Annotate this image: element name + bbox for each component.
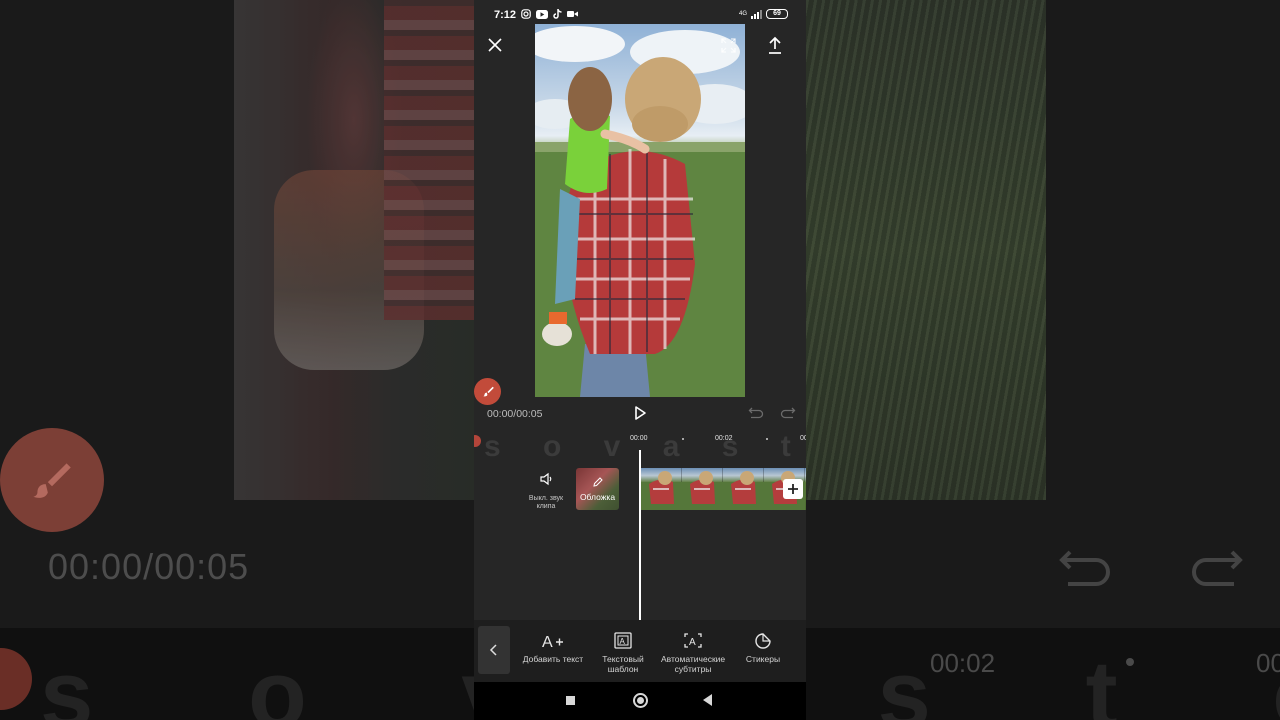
play-icon[interactable] xyxy=(632,405,648,421)
signal-icon xyxy=(751,9,762,19)
clip-frame xyxy=(723,468,764,510)
clip-frame xyxy=(641,468,682,510)
fullscreen-icon[interactable] xyxy=(721,38,736,53)
auto-captions-icon: A xyxy=(661,630,725,652)
edit-icon xyxy=(593,477,603,487)
clip-frame xyxy=(682,468,723,510)
tool-auto-captions[interactable]: A Автоматические субтитры xyxy=(661,630,725,674)
navigation-bar xyxy=(474,682,806,720)
mute-clip-button[interactable]: Выкл. звук клипа xyxy=(524,472,568,512)
playhead[interactable] xyxy=(639,450,641,620)
background-undo-icon xyxy=(1058,540,1114,597)
battery-indicator: 69 xyxy=(766,9,788,19)
tick-dot xyxy=(766,438,768,440)
add-clip-button[interactable] xyxy=(783,479,803,499)
undo-icon[interactable] xyxy=(748,405,764,421)
brush-icon xyxy=(482,386,494,396)
video-camera-icon xyxy=(567,11,578,17)
export-icon[interactable] xyxy=(766,35,784,55)
redo-icon[interactable] xyxy=(780,405,796,421)
video-clip-track[interactable] xyxy=(641,468,806,510)
text-add-icon: A xyxy=(521,630,585,652)
tool-label: Текстовый шаблон xyxy=(602,654,644,674)
status-notification-icons xyxy=(521,9,578,19)
svg-text:A: A xyxy=(689,637,696,648)
home-icon[interactable] xyxy=(633,693,648,708)
instagram-icon xyxy=(521,9,531,19)
brush-button[interactable] xyxy=(474,378,501,405)
plus-icon xyxy=(788,484,798,494)
background-ruler-time-2: 00 xyxy=(1256,648,1280,678)
network-type: 4G xyxy=(738,11,747,17)
status-time: 7:12 xyxy=(494,9,517,21)
speaker-icon xyxy=(540,472,552,486)
svg-text:A: A xyxy=(620,637,626,646)
tool-stickers[interactable]: Стикеры xyxy=(731,630,795,664)
background-time-display: 00:00/00:05 xyxy=(48,546,250,587)
tick-label: 00 xyxy=(800,435,806,442)
clip-frame-image xyxy=(723,471,764,510)
home-dot xyxy=(637,697,644,704)
clip-frame-image xyxy=(641,471,682,510)
background-photo-left xyxy=(234,0,476,500)
recent-apps-icon[interactable] xyxy=(566,696,575,705)
background-plaid xyxy=(384,0,474,320)
tick-label: 00:00 xyxy=(630,435,648,442)
background-ruler-time: 00:02 xyxy=(930,648,996,678)
bottom-toolbar: A Добавить текст A Текстовый шаблон A Ав… xyxy=(474,620,806,682)
tiktok-icon xyxy=(553,9,562,19)
background-photo-right xyxy=(806,0,1046,500)
screen: 00:00/00:05 s o v a s t o r y s 00:02 00… xyxy=(0,0,1280,720)
tool-add-text[interactable]: A Добавить текст xyxy=(521,630,585,664)
background-brush-icon xyxy=(0,428,104,532)
phone-screen: 7:12 4G 69 00:00/00:05 s o v a s t 00:00… xyxy=(474,0,806,720)
video-preview[interactable] xyxy=(535,24,745,397)
preview-image xyxy=(535,26,745,397)
svg-text:A: A xyxy=(542,634,553,650)
text-template-icon: A xyxy=(591,630,655,652)
back-triangle-icon[interactable] xyxy=(703,694,712,706)
ruler-marker xyxy=(474,435,481,447)
sticker-icon xyxy=(731,630,795,652)
cover-button[interactable]: Обложка xyxy=(576,468,619,510)
close-icon[interactable] xyxy=(486,36,504,54)
status-system-icons: 4G 69 xyxy=(739,9,788,19)
mute-clip-label: Выкл. звук клипа xyxy=(528,495,564,510)
back-button[interactable] xyxy=(478,626,510,674)
tool-text-template[interactable]: A Текстовый шаблон xyxy=(591,630,655,674)
clip-frame-image xyxy=(682,471,723,510)
background-redo-icon xyxy=(1188,540,1244,597)
tick-dot xyxy=(682,438,684,440)
tool-label: Стикеры xyxy=(745,654,781,664)
youtube-icon xyxy=(536,9,548,19)
cover-label: Обложка xyxy=(579,492,616,502)
tick-label: 00:02 xyxy=(715,435,733,442)
background-ruler-dot xyxy=(1126,658,1134,666)
chevron-left-icon xyxy=(489,644,497,656)
time-display: 00:00/00:05 xyxy=(487,408,543,420)
tool-label: Автоматические субтитры xyxy=(661,654,726,674)
tool-label: Добавить текст xyxy=(522,654,584,664)
